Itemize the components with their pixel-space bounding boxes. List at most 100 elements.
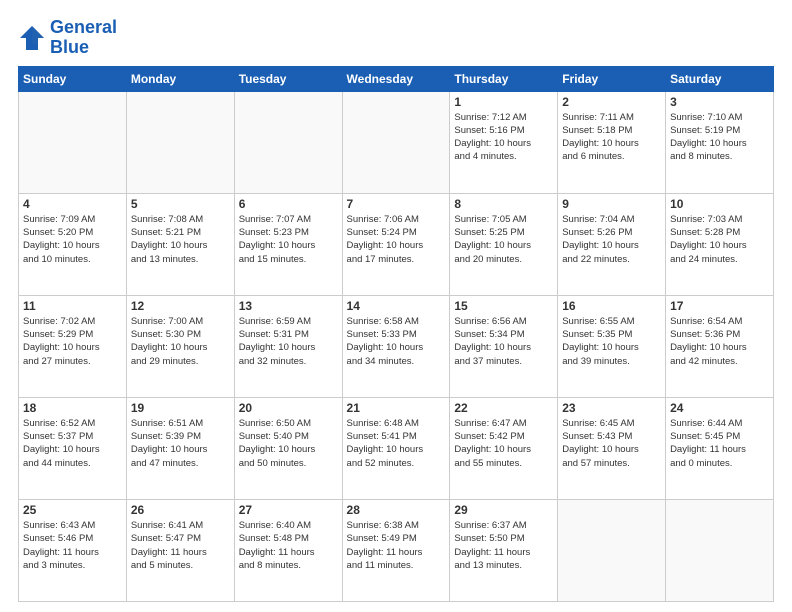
calendar-cell xyxy=(666,499,774,601)
day-info: Sunrise: 6:54 AM Sunset: 5:36 PM Dayligh… xyxy=(670,315,769,368)
logo-text: General Blue xyxy=(50,18,117,58)
day-number: 4 xyxy=(23,197,122,211)
day-info: Sunrise: 6:52 AM Sunset: 5:37 PM Dayligh… xyxy=(23,417,122,470)
day-info: Sunrise: 7:10 AM Sunset: 5:19 PM Dayligh… xyxy=(670,111,769,164)
day-info: Sunrise: 7:05 AM Sunset: 5:25 PM Dayligh… xyxy=(454,213,553,266)
weekday-header-tuesday: Tuesday xyxy=(234,66,342,91)
calendar-cell: 8 Sunrise: 7:05 AM Sunset: 5:25 PM Daylig… xyxy=(450,193,558,295)
calendar-cell: 27 Sunrise: 6:40 AM Sunset: 5:48 PM Dayli… xyxy=(234,499,342,601)
day-info: Sunrise: 7:03 AM Sunset: 5:28 PM Dayligh… xyxy=(670,213,769,266)
calendar-cell: 24 Sunrise: 6:44 AM Sunset: 5:45 PM Dayli… xyxy=(666,397,774,499)
day-number: 21 xyxy=(347,401,446,415)
day-info: Sunrise: 6:55 AM Sunset: 5:35 PM Dayligh… xyxy=(562,315,661,368)
day-number: 3 xyxy=(670,95,769,109)
day-number: 14 xyxy=(347,299,446,313)
day-info: Sunrise: 6:50 AM Sunset: 5:40 PM Dayligh… xyxy=(239,417,338,470)
day-info: Sunrise: 6:48 AM Sunset: 5:41 PM Dayligh… xyxy=(347,417,446,470)
day-info: Sunrise: 6:38 AM Sunset: 5:49 PM Dayligh… xyxy=(347,519,446,572)
day-info: Sunrise: 6:44 AM Sunset: 5:45 PM Dayligh… xyxy=(670,417,769,470)
day-info: Sunrise: 6:43 AM Sunset: 5:46 PM Dayligh… xyxy=(23,519,122,572)
calendar-cell: 29 Sunrise: 6:37 AM Sunset: 5:50 PM Dayli… xyxy=(450,499,558,601)
day-info: Sunrise: 7:00 AM Sunset: 5:30 PM Dayligh… xyxy=(131,315,230,368)
calendar-cell: 1Sunrise: 7:12 AM Sunset: 5:16 PM Daylig… xyxy=(450,91,558,193)
day-info: Sunrise: 6:59 AM Sunset: 5:31 PM Dayligh… xyxy=(239,315,338,368)
day-info: Sunrise: 7:11 AM Sunset: 5:18 PM Dayligh… xyxy=(562,111,661,164)
day-number: 13 xyxy=(239,299,338,313)
day-number: 2 xyxy=(562,95,661,109)
calendar-cell: 23 Sunrise: 6:45 AM Sunset: 5:43 PM Dayli… xyxy=(558,397,666,499)
day-info: Sunrise: 7:09 AM Sunset: 5:20 PM Dayligh… xyxy=(23,213,122,266)
calendar-cell xyxy=(126,91,234,193)
day-info: Sunrise: 6:47 AM Sunset: 5:42 PM Dayligh… xyxy=(454,417,553,470)
day-info: Sunrise: 6:45 AM Sunset: 5:43 PM Dayligh… xyxy=(562,417,661,470)
day-info: Sunrise: 7:06 AM Sunset: 5:24 PM Dayligh… xyxy=(347,213,446,266)
calendar-cell: 12 Sunrise: 7:00 AM Sunset: 5:30 PM Dayli… xyxy=(126,295,234,397)
calendar-cell: 5Sunrise: 7:08 AM Sunset: 5:21 PM Daylig… xyxy=(126,193,234,295)
calendar-cell: 18 Sunrise: 6:52 AM Sunset: 5:37 PM Dayli… xyxy=(19,397,127,499)
weekday-header-friday: Friday xyxy=(558,66,666,91)
day-info: Sunrise: 6:41 AM Sunset: 5:47 PM Dayligh… xyxy=(131,519,230,572)
calendar-cell: 13 Sunrise: 6:59 AM Sunset: 5:31 PM Dayli… xyxy=(234,295,342,397)
day-number: 27 xyxy=(239,503,338,517)
day-number: 8 xyxy=(454,197,553,211)
calendar-cell: 4 Sunrise: 7:09 AM Sunset: 5:20 PM Daylig… xyxy=(19,193,127,295)
day-number: 17 xyxy=(670,299,769,313)
day-number: 19 xyxy=(131,401,230,415)
logo-icon xyxy=(18,24,46,52)
calendar-cell: 10 Sunrise: 7:03 AM Sunset: 5:28 PM Dayli… xyxy=(666,193,774,295)
week-row-1: 4 Sunrise: 7:09 AM Sunset: 5:20 PM Daylig… xyxy=(19,193,774,295)
calendar-cell xyxy=(342,91,450,193)
week-row-2: 11Sunrise: 7:02 AM Sunset: 5:29 PM Dayli… xyxy=(19,295,774,397)
day-number: 23 xyxy=(562,401,661,415)
calendar-cell: 21 Sunrise: 6:48 AM Sunset: 5:41 PM Dayli… xyxy=(342,397,450,499)
calendar-cell: 6Sunrise: 7:07 AM Sunset: 5:23 PM Daylig… xyxy=(234,193,342,295)
calendar-cell: 2 Sunrise: 7:11 AM Sunset: 5:18 PM Daylig… xyxy=(558,91,666,193)
weekday-header-wednesday: Wednesday xyxy=(342,66,450,91)
calendar-cell: 14 Sunrise: 6:58 AM Sunset: 5:33 PM Dayli… xyxy=(342,295,450,397)
weekday-header-monday: Monday xyxy=(126,66,234,91)
calendar-cell: 11Sunrise: 7:02 AM Sunset: 5:29 PM Dayli… xyxy=(19,295,127,397)
weekday-header-sunday: Sunday xyxy=(19,66,127,91)
page: General Blue SundayMondayTuesdayWednesda… xyxy=(0,0,792,612)
calendar-cell: 3 Sunrise: 7:10 AM Sunset: 5:19 PM Daylig… xyxy=(666,91,774,193)
day-info: Sunrise: 6:51 AM Sunset: 5:39 PM Dayligh… xyxy=(131,417,230,470)
calendar-table: SundayMondayTuesdayWednesdayThursdayFrid… xyxy=(18,66,774,602)
day-number: 28 xyxy=(347,503,446,517)
day-number: 16 xyxy=(562,299,661,313)
day-number: 9 xyxy=(562,197,661,211)
day-number: 15 xyxy=(454,299,553,313)
day-info: Sunrise: 7:07 AM Sunset: 5:23 PM Dayligh… xyxy=(239,213,338,266)
weekday-header-saturday: Saturday xyxy=(666,66,774,91)
calendar-cell: 17 Sunrise: 6:54 AM Sunset: 5:36 PM Dayli… xyxy=(666,295,774,397)
calendar-cell: 25 Sunrise: 6:43 AM Sunset: 5:46 PM Dayli… xyxy=(19,499,127,601)
calendar-cell xyxy=(19,91,127,193)
day-info: Sunrise: 7:12 AM Sunset: 5:16 PM Dayligh… xyxy=(454,111,553,164)
calendar-cell xyxy=(558,499,666,601)
calendar-cell: 7 Sunrise: 7:06 AM Sunset: 5:24 PM Daylig… xyxy=(342,193,450,295)
day-number: 24 xyxy=(670,401,769,415)
day-info: Sunrise: 6:40 AM Sunset: 5:48 PM Dayligh… xyxy=(239,519,338,572)
calendar-cell: 20 Sunrise: 6:50 AM Sunset: 5:40 PM Dayli… xyxy=(234,397,342,499)
day-number: 25 xyxy=(23,503,122,517)
day-info: Sunrise: 7:08 AM Sunset: 5:21 PM Dayligh… xyxy=(131,213,230,266)
day-number: 12 xyxy=(131,299,230,313)
day-number: 20 xyxy=(239,401,338,415)
calendar-cell: 22Sunrise: 6:47 AM Sunset: 5:42 PM Dayli… xyxy=(450,397,558,499)
calendar-cell: 28 Sunrise: 6:38 AM Sunset: 5:49 PM Dayli… xyxy=(342,499,450,601)
week-row-4: 25 Sunrise: 6:43 AM Sunset: 5:46 PM Dayli… xyxy=(19,499,774,601)
day-info: Sunrise: 6:37 AM Sunset: 5:50 PM Dayligh… xyxy=(454,519,553,572)
calendar-cell xyxy=(234,91,342,193)
header: General Blue xyxy=(18,18,774,58)
week-row-0: 1Sunrise: 7:12 AM Sunset: 5:16 PM Daylig… xyxy=(19,91,774,193)
weekday-header-thursday: Thursday xyxy=(450,66,558,91)
day-number: 10 xyxy=(670,197,769,211)
day-info: Sunrise: 6:56 AM Sunset: 5:34 PM Dayligh… xyxy=(454,315,553,368)
day-number: 26 xyxy=(131,503,230,517)
calendar-cell: 15 Sunrise: 6:56 AM Sunset: 5:34 PM Dayli… xyxy=(450,295,558,397)
day-number: 29 xyxy=(454,503,553,517)
day-number: 7 xyxy=(347,197,446,211)
day-info: Sunrise: 6:58 AM Sunset: 5:33 PM Dayligh… xyxy=(347,315,446,368)
weekday-header-row: SundayMondayTuesdayWednesdayThursdayFrid… xyxy=(19,66,774,91)
day-number: 18 xyxy=(23,401,122,415)
calendar-cell: 26 Sunrise: 6:41 AM Sunset: 5:47 PM Dayli… xyxy=(126,499,234,601)
